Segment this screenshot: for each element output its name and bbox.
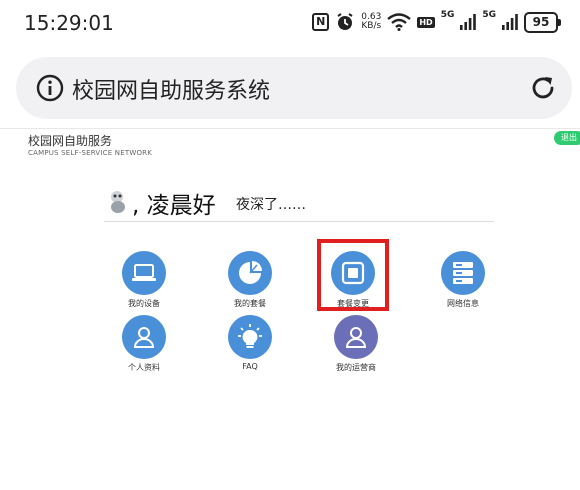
- divider: [0, 128, 580, 129]
- site-title: 校园网自助服务: [28, 134, 113, 148]
- pie-chart-icon: [239, 261, 262, 284]
- status-icons: N 0.63 KB/s HD 5G 5G 95: [312, 9, 561, 35]
- signal-icon-2: [502, 14, 518, 30]
- laptop-icon: [132, 264, 156, 281]
- site-subtitle: CAMPUS SELF-SERVICE NETWORK: [28, 149, 153, 157]
- network-speed: 0.63 KB/s: [361, 13, 381, 31]
- tile-icon-bg: [334, 315, 378, 359]
- tile-icon-bg: [122, 251, 166, 295]
- tile-my-plan[interactable]: 我的套餐: [205, 251, 295, 321]
- network-type-2: 5G: [482, 10, 496, 20]
- user-icon: [133, 327, 155, 348]
- tile-label: 我的设备: [128, 299, 160, 308]
- speed-unit: KB/s: [361, 21, 382, 31]
- tile-icon-bg: [228, 315, 272, 359]
- tile-network-info[interactable]: 网络信息: [418, 251, 508, 321]
- lightbulb-icon: [238, 324, 262, 348]
- user-icon: [345, 327, 367, 348]
- signal-icon-1: [460, 14, 477, 30]
- page-title[interactable]: 校园网自助服务系统: [72, 73, 270, 105]
- tile-personal-info[interactable]: 个人资料: [99, 315, 189, 385]
- tile-icon-bg: [122, 315, 166, 359]
- logout-button[interactable]: 退出: [554, 131, 580, 145]
- status-time: 15:29:01: [24, 11, 114, 35]
- hd-badge-1: HD: [417, 16, 435, 28]
- tile-label: 我的套餐: [234, 299, 266, 308]
- tile-label: 我的运营商: [336, 363, 376, 372]
- greeting-subtext: 夜深了……: [236, 197, 306, 213]
- alarm-icon: [337, 13, 353, 30]
- nfc-icon: N: [312, 13, 330, 31]
- highlight-box: [317, 239, 389, 311]
- greeting-text: , 凌晨好: [132, 193, 216, 219]
- reload-icon[interactable]: [528, 73, 558, 103]
- address-bar[interactable]: 校园网自助服务系统: [16, 57, 572, 119]
- tile-my-devices[interactable]: 我的设备: [99, 251, 189, 321]
- tile-my-operator[interactable]: 我的运营商: [311, 315, 401, 385]
- tile-label: 网络信息: [447, 299, 479, 308]
- tile-icon-bg: [441, 251, 485, 295]
- tile-icon-bg: [228, 251, 272, 295]
- greeting-divider: [104, 221, 494, 222]
- status-bar: 15:29:01 N 0.63 KB/s HD 5G 5G 95: [0, 0, 580, 44]
- battery-icon: 95: [524, 11, 561, 33]
- server-icon: [453, 262, 473, 284]
- tile-faq[interactable]: FAQ: [205, 315, 295, 385]
- network-type-1: 5G: [440, 10, 455, 20]
- wifi-icon: [387, 13, 412, 31]
- tile-label: 个人资料: [128, 363, 160, 372]
- tile-label: FAQ: [242, 362, 258, 371]
- avatar: [111, 191, 125, 213]
- info-icon[interactable]: [36, 74, 64, 102]
